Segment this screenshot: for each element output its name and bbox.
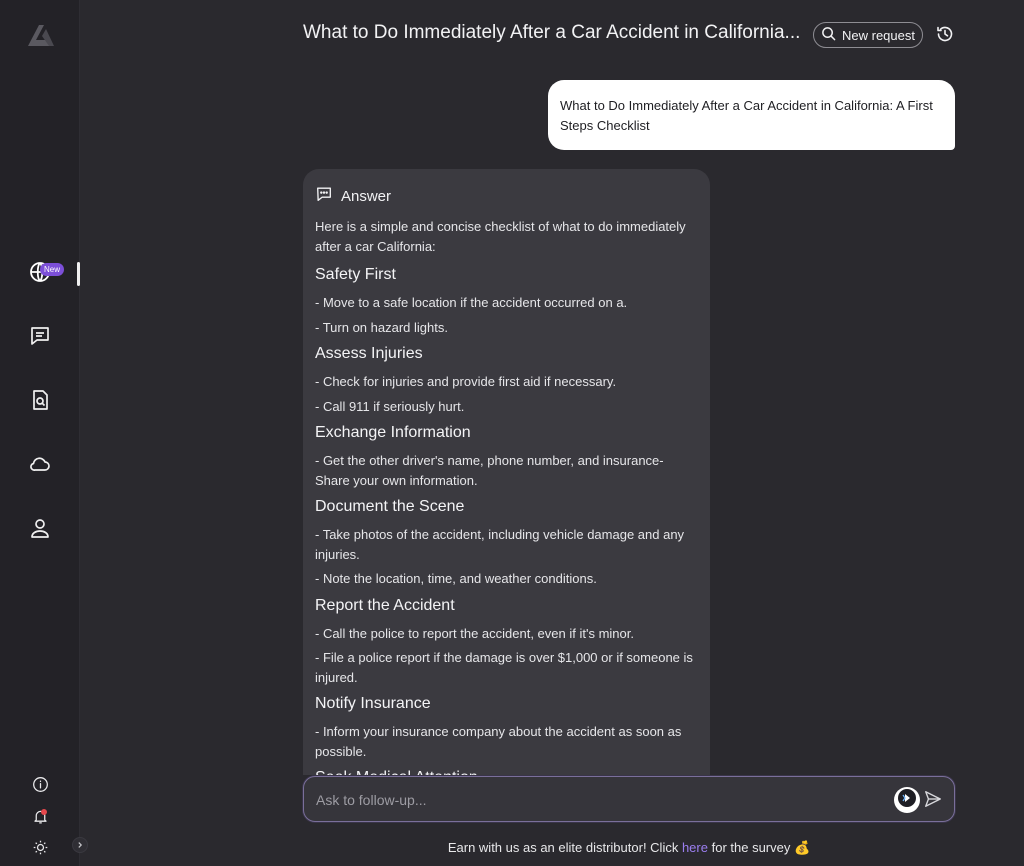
section-heading: Assess Injuries <box>315 345 423 362</box>
new-request-label: New request <box>842 27 915 43</box>
answer-section: Document the Scene - Take photos of the … <box>315 496 698 589</box>
section-heading: Notify Insurance <box>315 695 431 712</box>
survey-banner: Earn with us as an elite distributor! Cl… <box>303 840 955 856</box>
answer-header: Answer <box>315 185 698 207</box>
history-button[interactable] <box>935 24 955 44</box>
survey-text-before: Earn with us as an elite distributor! Cl… <box>447 840 682 855</box>
chevron-right-icon <box>76 836 84 854</box>
section-heading: Safety First <box>315 266 396 283</box>
answer-intro: Here is a simple and concise checklist o… <box>315 219 686 254</box>
info-icon <box>32 776 49 798</box>
info-button[interactable] <box>30 777 50 797</box>
answer-section: Notify Insurance - Inform your insurance… <box>315 693 698 761</box>
follow-up-input[interactable] <box>316 789 876 811</box>
section-heading: Exchange Information <box>315 424 471 441</box>
section-heading: Seek Medical Attention <box>315 767 698 775</box>
answer-section: Exchange Information - Get the other dri… <box>315 422 698 490</box>
survey-text-after: for the survey 💰 <box>707 840 811 855</box>
chat-icon <box>28 324 52 353</box>
document-search-icon <box>28 388 52 417</box>
section-item: - Turn on hazard lights. <box>315 319 448 335</box>
section-item: - Move to a safe location if the acciden… <box>315 295 628 310</box>
section-item: - Take photos of the accident, including… <box>315 527 685 562</box>
section-item: - Call the police to report the accident… <box>315 625 634 641</box>
sidebar-item-profile[interactable] <box>22 512 58 548</box>
answer-section: Seek Medical Attention <box>315 767 698 775</box>
answer-section: Report the Accident - Call the police to… <box>315 595 698 688</box>
answer-section: Safety First - Move to a safe location i… <box>315 264 698 337</box>
user-message: What to Do Immediately After a Car Accid… <box>548 80 955 150</box>
new-request-button[interactable]: New request <box>813 22 923 48</box>
page-title: What to Do Immediately After a Car Accid… <box>303 22 801 43</box>
user-icon <box>28 516 52 545</box>
app-logo[interactable] <box>26 22 56 48</box>
history-icon <box>935 26 955 48</box>
active-indicator <box>77 262 80 286</box>
sun-icon <box>32 839 49 861</box>
search-icon <box>821 26 836 44</box>
answer-label: Answer <box>341 187 392 205</box>
message-icon <box>315 185 333 207</box>
model-logo-icon <box>897 788 917 813</box>
sidebar-item-chat[interactable] <box>22 320 58 356</box>
model-selector-button[interactable] <box>894 787 920 813</box>
section-item: - Inform your insurance company about th… <box>315 724 682 759</box>
answer-section: Assess Injuries - Check for injuries and… <box>315 343 698 416</box>
section-heading: Report the Accident <box>315 596 455 614</box>
section-item: - File a police report if the damage is … <box>315 650 693 685</box>
sidebar-item-document-search[interactable] <box>22 384 58 420</box>
section-item: - Check for injuries and provide first a… <box>315 374 617 389</box>
section-item: - Get the other driver's name, phone num… <box>315 453 664 488</box>
section-item: - Note the location, time, and weather c… <box>315 571 597 586</box>
follow-up-bar <box>303 776 955 822</box>
notification-dot <box>41 809 47 815</box>
sidebar-item-cloud[interactable] <box>22 448 58 484</box>
send-icon <box>923 791 943 813</box>
theme-toggle-button[interactable] <box>30 840 50 860</box>
sidebar-expand-button[interactable] <box>72 837 88 853</box>
section-item: - Call 911 if seriously hurt. <box>315 398 465 414</box>
cloud-icon <box>28 452 52 481</box>
survey-link[interactable]: here <box>682 840 708 855</box>
send-button[interactable] <box>923 789 945 811</box>
new-badge: New <box>40 263 65 276</box>
answer-card: Answer Here is a simple and concise chec… <box>303 169 710 775</box>
notifications-button[interactable] <box>30 809 50 829</box>
section-heading: Document the Scene <box>315 498 465 515</box>
sidebar: New <box>0 0 88 866</box>
